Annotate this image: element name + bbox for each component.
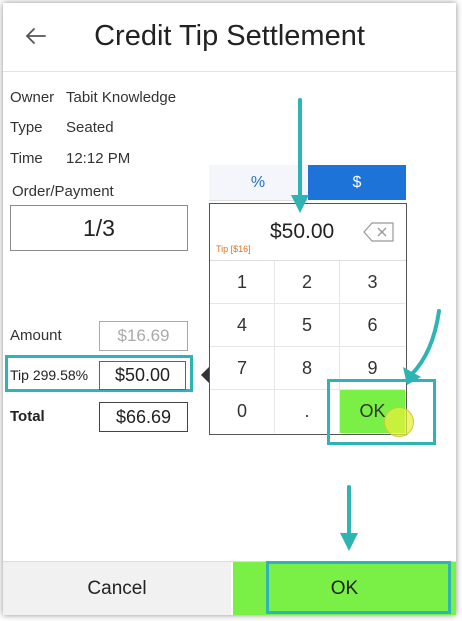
- key-7[interactable]: 7: [210, 347, 275, 390]
- key-5[interactable]: 5: [275, 304, 340, 347]
- tip-label: Tip 299.58%: [10, 367, 89, 383]
- time-label: Time: [10, 150, 43, 167]
- key-4[interactable]: 4: [210, 304, 275, 347]
- type-value: Seated: [66, 119, 114, 136]
- key-0[interactable]: 0: [210, 390, 275, 433]
- arrow-head-icon: [340, 533, 358, 551]
- owner-value: Tabit Knowledge: [66, 89, 177, 106]
- order-payment-field: 1/3: [10, 205, 188, 251]
- key-2[interactable]: 2: [275, 261, 340, 304]
- tab-percent[interactable]: %: [209, 165, 307, 201]
- arrow-curve-icon: [409, 309, 441, 377]
- type-row: Type Seated: [10, 119, 114, 136]
- backspace-icon[interactable]: [362, 221, 396, 243]
- keypad-ok-highlight: [327, 379, 436, 445]
- order-payment-label: Order/Payment: [12, 183, 114, 200]
- total-field: $66.69: [99, 402, 188, 432]
- cancel-button[interactable]: Cancel: [3, 562, 231, 615]
- tap-cursor-icon: [384, 407, 414, 437]
- page-title: Credit Tip Settlement: [94, 20, 365, 52]
- key-3[interactable]: 3: [340, 261, 405, 304]
- keypad-tip-label: Tip [$16]: [216, 244, 251, 254]
- keypad-display: $50.00 Tip [$16]: [210, 204, 406, 261]
- key-6[interactable]: 6: [340, 304, 405, 347]
- ok-button-highlight: [266, 561, 451, 614]
- amount-field: $16.69: [99, 321, 188, 351]
- keypad-value: $50.00: [270, 220, 335, 243]
- settlement-dialog: Credit Tip Settlement Owner Tabit Knowled…: [3, 3, 456, 615]
- type-label: Type: [10, 119, 43, 136]
- total-label: Total: [10, 408, 45, 425]
- header-bar: Credit Tip Settlement: [3, 3, 456, 72]
- owner-row: Owner Tabit Knowledge: [10, 89, 176, 106]
- tab-dollar[interactable]: $: [308, 165, 406, 200]
- tip-pointer-icon: [201, 367, 209, 383]
- time-value: 12:12 PM: [66, 150, 131, 167]
- owner-label: Owner: [10, 89, 55, 106]
- tip-input[interactable]: $50.00: [99, 361, 186, 390]
- amount-label: Amount: [10, 327, 62, 344]
- time-row: Time 12:12 PM: [10, 150, 130, 167]
- key-1[interactable]: 1: [210, 261, 275, 304]
